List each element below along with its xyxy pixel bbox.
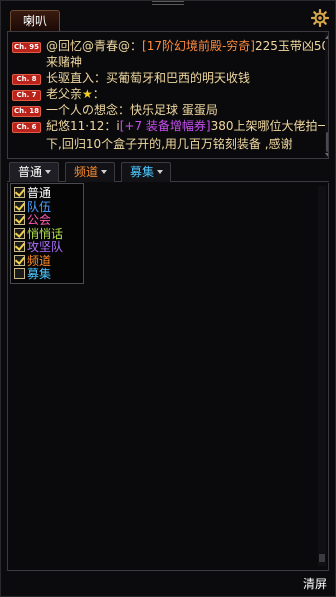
message-text: 下,回归10个盒子开的,用几百万铭刻装备 ,感谢: [46, 137, 293, 151]
filter-option[interactable]: 募集: [14, 268, 51, 281]
gear-icon[interactable]: [311, 9, 329, 27]
message-text: [+7 装备增幅券]: [119, 119, 211, 133]
filter-checkbox[interactable]: [14, 241, 25, 252]
filter-option-label: 募集: [27, 267, 52, 281]
filter-option-label: 悄悄话: [27, 226, 64, 241]
message-text: 一个人の想念：快乐足球 蛋蛋局: [46, 103, 218, 117]
channel-badge: Ch. 95: [12, 42, 41, 53]
chat-area-scrollbar[interactable]: [318, 186, 326, 566]
tab-channel-2[interactable]: 募集: [121, 162, 171, 182]
chevron-down-icon: [101, 170, 108, 174]
message-text: ★: [82, 87, 93, 101]
scroll-up-icon[interactable]: [325, 34, 328, 39]
chat-message[interactable]: Ch. 95 @回忆@青春@：[17阶幻境前殿-穷奇]225玉带凶5000: [12, 38, 328, 54]
chat-message[interactable]: 来赌神: [12, 54, 82, 70]
filter-checkbox[interactable]: [14, 254, 25, 266]
filter-checkbox[interactable]: [14, 214, 25, 225]
tab-channel-0[interactable]: 普通: [9, 162, 59, 182]
scroll-down-icon[interactable]: [325, 153, 328, 158]
message-text: 来赌神: [46, 55, 83, 69]
tab-channel-1[interactable]: 频道: [65, 162, 115, 182]
filter-checkbox[interactable]: [14, 227, 25, 239]
message-text: @回忆@青春@：: [46, 39, 143, 53]
filter-checkbox[interactable]: [14, 187, 25, 198]
filter-option-label: 普通: [27, 186, 52, 200]
filter-checkbox[interactable]: [14, 200, 25, 212]
chat-message[interactable]: Ch. 8 长驱直入：买葡萄牙和巴西的明天收钱: [12, 70, 250, 86]
channel-badge: Ch. 6: [12, 122, 41, 133]
tab-label: 普通: [18, 165, 43, 179]
filter-option[interactable]: 队伍: [14, 199, 52, 214]
clear-screen-button[interactable]: 清屏: [303, 576, 327, 592]
tab-horn[interactable]: 喇叭: [10, 10, 60, 31]
chat-message[interactable]: Ch. 7 老父亲★：: [12, 86, 105, 102]
message-text: 紀悠11·12：i: [46, 119, 120, 133]
filter-option[interactable]: 悄悄话: [14, 226, 64, 241]
scrollbar-thumb[interactable]: [319, 554, 325, 562]
message-text: ：: [92, 87, 105, 101]
tab-horn-label: 喇叭: [22, 14, 47, 28]
chat-log[interactable]: Ch. 95@回忆@青春@：[17阶幻境前殿-穷奇]225玉带凶5000来赌神C…: [7, 31, 329, 159]
drag-handle[interactable]: [152, 1, 184, 5]
message-text: 老父亲: [46, 87, 83, 101]
chat-message[interactable]: Ch. 6 紀悠11·12：i[+7 装备增幅券]380上架哪位大佬拍一: [12, 118, 329, 134]
chat-message[interactable]: Ch. 18 一个人の想念：快乐足球 蛋蛋局: [12, 102, 218, 118]
chevron-down-icon: [157, 170, 164, 174]
channel-badge: Ch. 18: [12, 106, 41, 117]
channel-filter-dropdown: 普通 队伍 公会 悄悄话 攻坚队 频道 募集: [10, 183, 84, 284]
filter-checkbox[interactable]: [14, 268, 25, 279]
message-text: 225玉带凶5000: [254, 39, 328, 53]
channel-tabs: 普通 频道 募集: [7, 162, 329, 182]
scrollbar-thumb[interactable]: [326, 132, 328, 152]
filter-option[interactable]: 频道: [14, 253, 52, 268]
filter-option-label: 攻坚队: [27, 240, 64, 254]
filter-option-label: 频道: [27, 253, 52, 268]
chevron-down-icon: [45, 170, 52, 174]
filter-option[interactable]: 攻坚队: [14, 241, 63, 254]
chat-message[interactable]: 下,回归10个盒子开的,用几百万铭刻装备 ,感谢: [12, 136, 293, 152]
message-text: [17阶幻境前殿-穷奇]: [142, 39, 255, 53]
bottom-bar: [7, 570, 329, 592]
filter-option-label: 队伍: [27, 199, 52, 214]
tab-label: 频道: [74, 165, 99, 179]
filter-option[interactable]: 普通: [14, 187, 51, 200]
channel-badge: Ch. 7: [12, 90, 41, 101]
message-text: 380上架哪位大佬拍一: [210, 119, 329, 133]
filter-option[interactable]: 公会: [14, 214, 51, 227]
channel-badge: Ch. 8: [12, 74, 41, 85]
chat-scrollbar[interactable]: [325, 32, 328, 158]
filter-option-label: 公会: [27, 213, 52, 227]
tab-label: 募集: [130, 165, 155, 179]
message-text: 长驱直入：买葡萄牙和巴西的明天收钱: [46, 71, 251, 85]
